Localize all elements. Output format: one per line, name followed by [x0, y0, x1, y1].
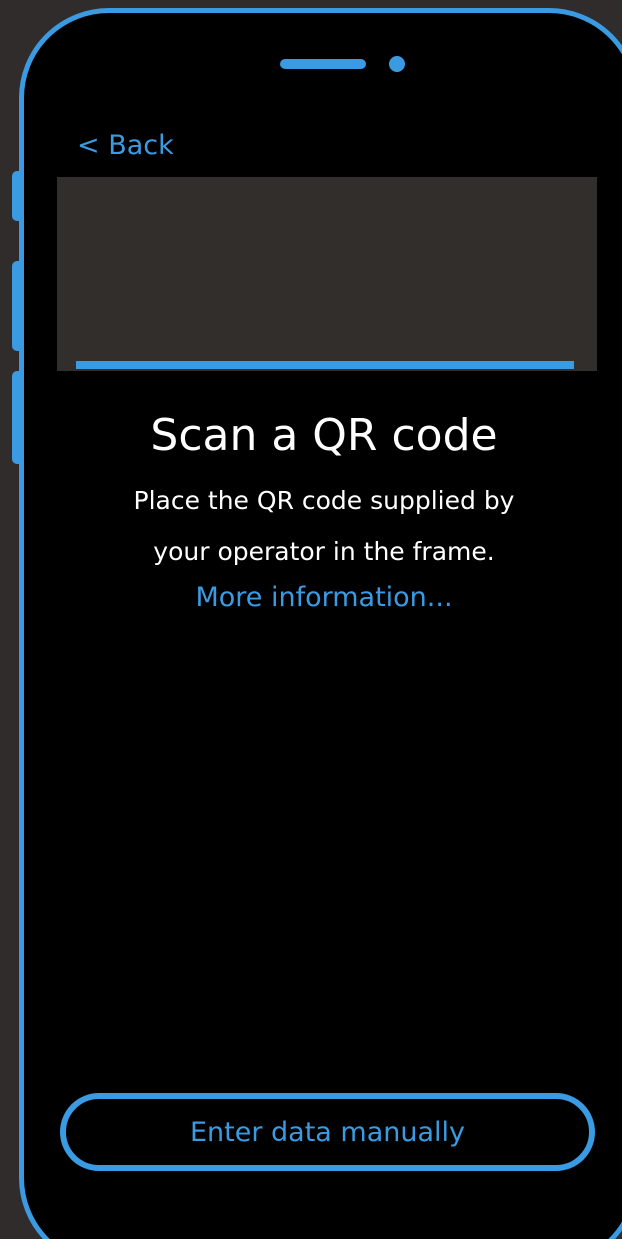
front-camera-icon [389, 56, 405, 72]
camera-viewfinder [57, 177, 597, 371]
instruction-text-line-1: Place the QR code supplied by [133, 486, 515, 515]
more-information-link[interactable]: More information... [24, 580, 622, 616]
device-mockup: < Back Scan a QR code Place the QR code … [0, 0, 622, 1239]
enter-data-manually-button[interactable]: Enter data manually [60, 1093, 595, 1171]
scan-line [76, 361, 574, 369]
back-link[interactable]: < Back [77, 128, 174, 164]
page-title: Scan a QR code [150, 410, 498, 461]
speaker-grille-icon [280, 59, 366, 69]
enter-data-manually-label: Enter data manually [189, 1116, 466, 1148]
phone-frame: < Back Scan a QR code Place the QR code … [19, 8, 622, 1239]
instruction-text-line-2: your operator in the frame. [153, 537, 495, 566]
